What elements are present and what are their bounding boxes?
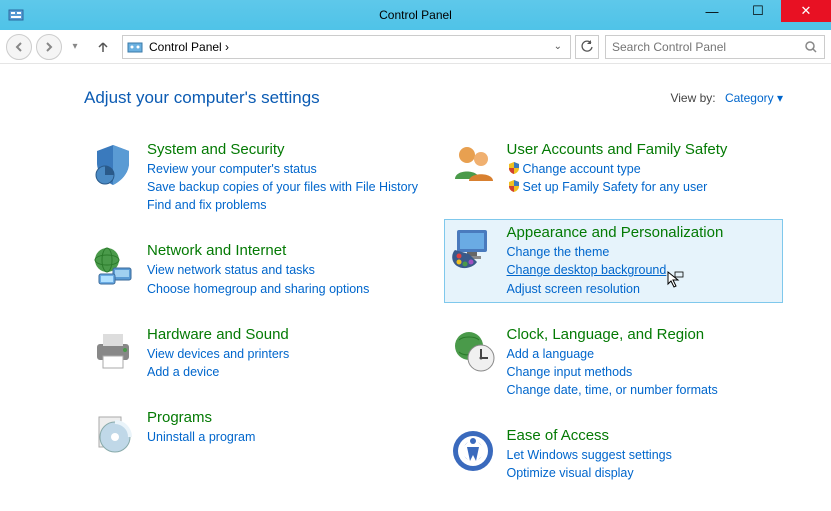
category-link[interactable]: Let Windows suggest settings [507, 446, 779, 464]
right-column: User Accounts and Family Safety Change a… [444, 136, 784, 505]
titlebar: Control Panel — ☐ ✕ [0, 0, 831, 30]
maximize-button[interactable]: ☐ [735, 0, 781, 22]
category-title[interactable]: Ease of Access [507, 427, 779, 444]
disc-icon [89, 409, 137, 457]
page-heading: Adjust your computer's settings [84, 88, 320, 108]
shield-icon [89, 141, 137, 189]
refresh-button[interactable] [575, 35, 599, 59]
back-button[interactable] [6, 34, 32, 60]
category-appearance: Appearance and Personalization Change th… [444, 219, 784, 302]
category-link[interactable]: Find and fix problems [147, 196, 419, 214]
window-controls: — ☐ ✕ [689, 0, 831, 22]
view-by: View by: Category ▾ [670, 91, 783, 105]
category-link[interactable]: Review your computer's status [147, 160, 419, 178]
category-link[interactable]: Adjust screen resolution [507, 280, 779, 298]
up-button[interactable] [92, 36, 114, 58]
category-link[interactable]: Change the theme [507, 243, 779, 261]
ease-of-access-icon [449, 427, 497, 475]
search-input[interactable] [612, 40, 804, 54]
clock-globe-icon [449, 326, 497, 374]
category-ease-of-access: Ease of Access Let Windows suggest setti… [444, 422, 784, 487]
category-link[interactable]: View devices and printers [147, 345, 419, 363]
globe-network-icon [89, 242, 137, 290]
category-link[interactable]: Add a device [147, 363, 419, 381]
category-title[interactable]: System and Security [147, 141, 419, 158]
content-area: Adjust your computer's settings View by:… [0, 64, 831, 511]
category-link[interactable]: Change input methods [507, 363, 779, 381]
address-bar[interactable]: Control Panel › ⌄ [122, 35, 571, 59]
category-hardware-sound: Hardware and Sound View devices and prin… [84, 321, 424, 386]
forward-button[interactable] [36, 34, 62, 60]
category-columns: System and Security Review your computer… [84, 136, 783, 505]
category-user-accounts: User Accounts and Family Safety Change a… [444, 136, 784, 201]
header-row: Adjust your computer's settings View by:… [84, 88, 783, 108]
uac-shield-icon [507, 179, 521, 193]
category-programs: Programs Uninstall a program [84, 404, 424, 462]
category-title[interactable]: Network and Internet [147, 242, 419, 259]
users-icon [449, 141, 497, 189]
minimize-button[interactable]: — [689, 0, 735, 22]
monitor-palette-icon [449, 224, 497, 272]
category-link[interactable]: Choose homegroup and sharing options [147, 280, 419, 298]
category-network-internet: Network and Internet View network status… [84, 237, 424, 302]
left-column: System and Security Review your computer… [84, 136, 424, 505]
category-link[interactable]: Set up Family Safety for any user [507, 178, 779, 196]
category-clock-language-region: Clock, Language, and Region Add a langua… [444, 321, 784, 404]
close-button[interactable]: ✕ [781, 0, 831, 22]
breadcrumb[interactable]: Control Panel › [149, 40, 550, 54]
search-box[interactable] [605, 35, 825, 59]
printer-icon [89, 326, 137, 374]
category-title[interactable]: User Accounts and Family Safety [507, 141, 779, 158]
category-link[interactable]: Change date, time, or number formats [507, 381, 779, 399]
viewby-label: View by: [670, 91, 715, 105]
address-dropdown[interactable]: ⌄ [554, 41, 562, 52]
history-dropdown[interactable]: ▾ [66, 38, 84, 56]
category-system-security: System and Security Review your computer… [84, 136, 424, 219]
navbar: ▾ Control Panel › ⌄ [0, 30, 831, 64]
search-icon [804, 40, 818, 54]
control-panel-window: Control Panel — ☐ ✕ ▾ Control Panel › ⌄ [0, 0, 831, 511]
category-link[interactable]: Save backup copies of your files with Fi… [147, 178, 419, 196]
category-title[interactable]: Programs [147, 409, 419, 426]
category-title[interactable]: Appearance and Personalization [507, 224, 779, 241]
category-link[interactable]: Add a language [507, 345, 779, 363]
address-icon [127, 39, 143, 55]
category-link[interactable]: Optimize visual display [507, 464, 779, 482]
category-link-change-desktop-background[interactable]: Change desktop background [507, 261, 779, 279]
category-link[interactable]: View network status and tasks [147, 261, 419, 279]
category-title[interactable]: Clock, Language, and Region [507, 326, 779, 343]
category-link[interactable]: Change account type [507, 160, 779, 178]
uac-shield-icon [507, 161, 521, 175]
category-link[interactable]: Uninstall a program [147, 428, 419, 446]
viewby-value[interactable]: Category ▾ [725, 91, 783, 105]
category-title[interactable]: Hardware and Sound [147, 326, 419, 343]
